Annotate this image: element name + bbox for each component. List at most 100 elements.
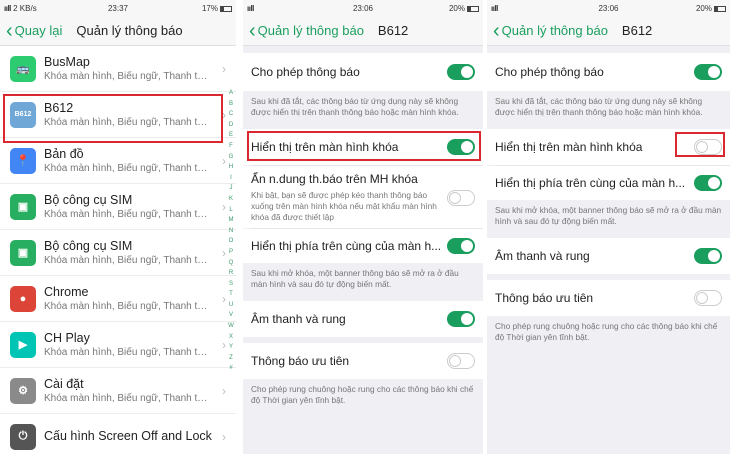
alphabet-letter[interactable]: X <box>227 332 235 343</box>
show-on-top-desc: Sau khi mở khóa, một banner thông báo sẽ… <box>487 200 730 238</box>
show-on-top-toggle[interactable] <box>694 175 722 191</box>
app-name: Bản đồ <box>44 147 84 161</box>
alphabet-letter[interactable]: N <box>227 226 235 237</box>
app-list-item[interactable]: ▣ Bộ công cụ SIM Khóa màn hình, Biểu ngữ, … <box>0 230 236 276</box>
allow-notifications-desc: Sau khi đã tắt, các thông báo từ ứng dụn… <box>243 91 483 129</box>
app-list-item[interactable]: 🚌 BusMap Khóa màn hình, Biểu ngữ, Thanh th… <box>0 46 236 92</box>
app-list-item[interactable]: ⏻ Cấu hình Screen Off and Lock › <box>0 414 236 454</box>
app-list-item[interactable]: 📍 Bản đồ Khóa màn hình, Biểu ngữ, Thanh th… <box>0 138 236 184</box>
allow-notifications-label: Cho phép thông báo <box>251 65 360 79</box>
app-list-item[interactable]: ▶ CH Play Khóa màn hình, Biểu ngữ, Thanh t… <box>0 322 236 368</box>
priority-toggle[interactable] <box>447 353 475 369</box>
clock: 23:06 <box>598 3 619 13</box>
alphabet-letter[interactable]: T <box>227 289 235 300</box>
sound-vibrate-toggle[interactable] <box>447 311 475 327</box>
allow-notifications-row[interactable]: Cho phép thông báo <box>487 53 730 91</box>
sim-toolkit-icon: ▣ <box>10 193 36 220</box>
alphabet-letter[interactable]: A <box>227 88 235 99</box>
sound-vibrate-toggle[interactable] <box>694 248 722 264</box>
priority-row[interactable]: Thông báo ưu tiên <box>487 280 730 316</box>
alphabet-letter[interactable]: J <box>227 183 235 194</box>
priority-desc: Cho phép rung chuông hoặc rung cho các t… <box>243 379 483 412</box>
alphabet-letter[interactable]: W <box>227 321 235 332</box>
b612-notification-settings: ııll 23:06 20% ‹ Quản lý thông báo B612 C… <box>243 0 483 454</box>
maps-icon: 📍 <box>10 147 36 174</box>
alphabet-letter[interactable]: Y <box>227 342 235 353</box>
alphabet-letter[interactable]: M <box>227 215 235 226</box>
allow-notifications-row[interactable]: Cho phép thông báo <box>243 53 483 91</box>
app-name: Cấu hình Screen Off and Lock <box>44 428 212 443</box>
app-notification-types: Khóa màn hình, Biểu ngữ, Thanh thông báo <box>44 393 212 404</box>
battery-icon <box>466 5 479 12</box>
chrome-icon: ● <box>10 285 36 312</box>
show-on-top-row[interactable]: Hiển thị phía trên cùng của màn h... <box>243 229 483 263</box>
alphabet-letter[interactable]: V <box>227 310 235 321</box>
chevron-right-icon: › <box>222 245 226 260</box>
app-name: CH Play <box>44 331 90 345</box>
battery-level: 17% <box>201 3 218 13</box>
alphabet-letter[interactable]: U <box>227 300 235 311</box>
chevron-left-icon: ‹ <box>249 19 256 42</box>
app-list-item[interactable]: ▣ Bộ công cụ SIM Khóa màn hình, Biểu ngữ, … <box>0 184 236 230</box>
alphabet-letter[interactable]: K <box>227 194 235 205</box>
b612-notification-settings-lock-off: ııll 23:06 20% ‹ Quản lý thông báo B612 C… <box>487 0 730 454</box>
hide-content-row[interactable]: Ẩn n.dung th.báo trên MH khóa Khi bật, b… <box>243 166 483 228</box>
battery-icon <box>713 5 726 12</box>
alphabet-letter[interactable]: G <box>227 152 235 163</box>
hide-content-toggle[interactable] <box>447 190 475 206</box>
page-title: B612 <box>377 23 409 38</box>
back-button[interactable]: ‹ Quay lại <box>6 21 62 41</box>
priority-toggle[interactable] <box>694 290 722 306</box>
app-notification-types: Khóa màn hình, Biểu ngữ, Thanh thông báo <box>44 209 212 220</box>
battery-icon <box>220 5 232 12</box>
alphabet-letter[interactable]: P <box>227 247 235 258</box>
app-notification-types: Khóa màn hình, Biểu ngữ, Thanh thông báo <box>44 71 212 82</box>
lockscreen-toggle[interactable] <box>447 139 475 155</box>
app-name: Bộ công cụ SIM <box>44 193 133 207</box>
lockscreen-row[interactable]: Hiển thị trên màn hình khóa <box>487 129 730 165</box>
alphabet-letter[interactable]: # <box>227 363 235 374</box>
alphabet-letter[interactable]: C <box>227 109 235 120</box>
app-list-item[interactable]: ⚙ Cài đặt Khóa màn hình, Biểu ngữ, Thanh t… <box>0 368 236 414</box>
alphabet-letter[interactable]: I <box>227 173 235 184</box>
sim-toolkit-icon: ▣ <box>10 239 36 266</box>
priority-row[interactable]: Thông báo ưu tiên <box>243 343 483 379</box>
allow-notifications-toggle[interactable] <box>694 64 722 80</box>
alphabet-letter[interactable]: S <box>227 279 235 290</box>
lockscreen-label: Hiển thị trên màn hình khóa <box>251 140 399 154</box>
chevron-left-icon: ‹ <box>6 19 13 42</box>
sound-vibrate-row[interactable]: Âm thanh và rung <box>487 238 730 274</box>
alphabet-letter[interactable]: L <box>227 205 235 216</box>
allow-notifications-toggle[interactable] <box>447 64 475 80</box>
lockscreen-row[interactable]: Hiển thị trên màn hình khóa <box>243 129 483 165</box>
lockscreen-toggle[interactable] <box>694 139 722 155</box>
alphabet-letter[interactable]: F <box>227 141 235 152</box>
show-on-top-toggle[interactable] <box>447 238 475 254</box>
alphabet-letter[interactable]: B <box>227 99 235 110</box>
allow-notifications-desc: Sau khi đã tắt, các thông báo từ ứng dụn… <box>487 91 730 129</box>
chevron-right-icon: › <box>222 429 226 444</box>
alphabet-letter[interactable]: E <box>227 130 235 141</box>
allow-notifications-label: Cho phép thông báo <box>495 65 604 79</box>
chevron-right-icon: › <box>222 291 226 306</box>
back-button[interactable]: ‹ Quản lý thông báo <box>249 21 364 41</box>
show-on-top-desc: Sau khi mở khóa, một banner thông báo sẽ… <box>243 263 483 301</box>
alphabet-letter[interactable]: R <box>227 268 235 279</box>
alphabet-index[interactable]: A B C D E F G H I J K L M N O P Q R S T U V W X Y Z # <box>227 88 235 374</box>
alphabet-letter[interactable]: O <box>227 236 235 247</box>
app-list-item[interactable]: B612 B612 Khóa màn hình, Biểu ngữ, Thanh t… <box>0 92 236 138</box>
back-button[interactable]: ‹ Quản lý thông báo <box>493 21 608 41</box>
chevron-right-icon: › <box>222 61 226 76</box>
play-store-icon: ▶ <box>10 331 36 358</box>
alphabet-letter[interactable]: D <box>227 120 235 131</box>
signal-icon: ııll <box>247 3 254 13</box>
alphabet-letter[interactable]: H <box>227 162 235 173</box>
app-list-item[interactable]: ● Chrome Khóa màn hình, Biểu ngữ, Thanh th… <box>0 276 236 322</box>
back-label: Quản lý thông báo <box>501 23 608 38</box>
alphabet-letter[interactable]: Q <box>227 258 235 269</box>
chevron-right-icon: › <box>222 383 226 398</box>
sound-vibrate-row[interactable]: Âm thanh và rung <box>243 301 483 337</box>
alphabet-letter[interactable]: Z <box>227 353 235 364</box>
show-on-top-row[interactable]: Hiển thị phía trên cùng của màn h... <box>487 166 730 200</box>
app-notification-types: Khóa màn hình, Biểu ngữ, Thanh thông báo <box>44 255 212 266</box>
